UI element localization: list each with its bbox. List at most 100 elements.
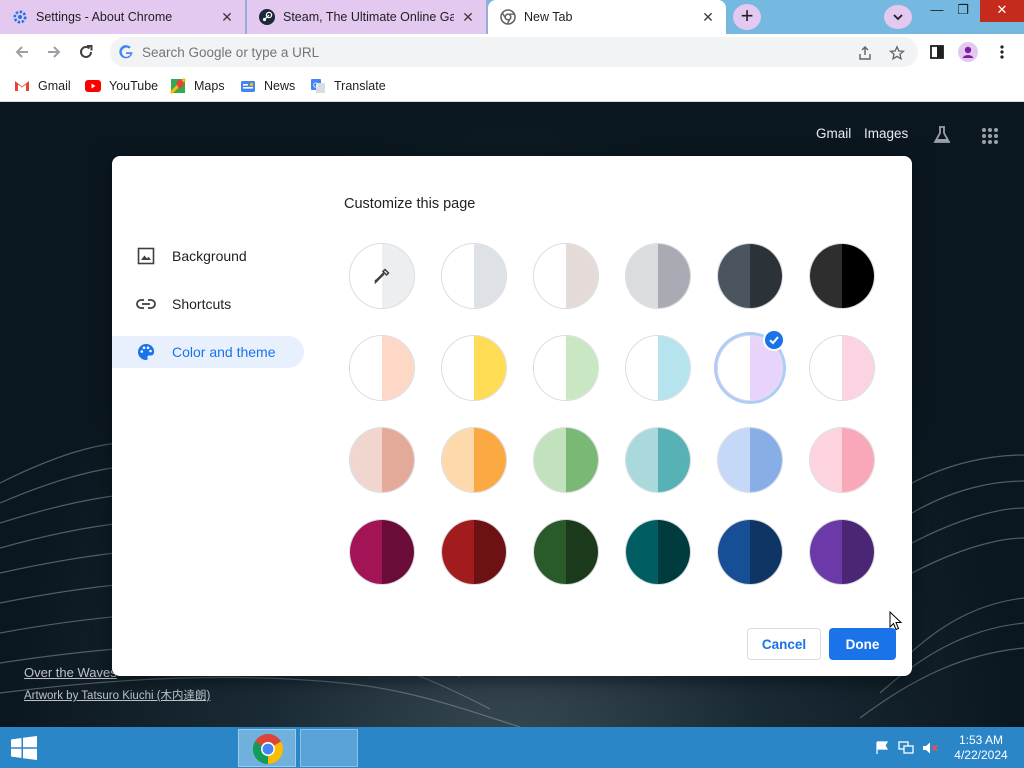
- menu-item-color-and-theme[interactable]: Color and theme: [112, 336, 304, 368]
- swatch-half-dark: [842, 428, 874, 492]
- color-swatch[interactable]: [809, 427, 875, 493]
- address-bar[interactable]: [110, 37, 918, 67]
- tab-title: Steam, The Ultimate Online Game Platform: [283, 10, 454, 24]
- color-swatch[interactable]: [717, 427, 783, 493]
- ntp-gmail-link[interactable]: Gmail: [816, 126, 851, 141]
- swatch-half-light: [810, 428, 842, 492]
- taskbar-app-button[interactable]: [300, 729, 358, 767]
- menu-item-shortcuts[interactable]: Shortcuts: [112, 288, 304, 320]
- cancel-button[interactable]: Cancel: [747, 628, 821, 660]
- tab-close-icon[interactable]: ✕: [700, 9, 716, 25]
- swatch-half-dark: [566, 336, 598, 400]
- dialog-title: Customize this page: [344, 196, 476, 212]
- bookmark-maps[interactable]: Maps: [170, 76, 225, 96]
- swatch-half-light: [442, 520, 474, 584]
- forward-arrow-icon[interactable]: [42, 40, 66, 64]
- color-swatch[interactable]: [717, 243, 783, 309]
- swatch-half-light: [534, 244, 566, 308]
- swatch-half-light: [442, 336, 474, 400]
- bookmark-label: News: [264, 79, 296, 93]
- swatch-half-light: [718, 428, 750, 492]
- bookmark-gmail[interactable]: Gmail: [14, 76, 71, 96]
- swatch-half-light: [718, 520, 750, 584]
- menu-item-label: Shortcuts: [172, 296, 232, 312]
- color-swatch[interactable]: [533, 519, 599, 585]
- color-swatch[interactable]: [533, 243, 599, 309]
- action-center-flag-icon[interactable]: [874, 740, 890, 756]
- color-swatch[interactable]: [809, 519, 875, 585]
- background-attribution-artist[interactable]: Artwork by Tatsuro Kiuchi (木内達朗): [24, 687, 210, 703]
- network-icon[interactable]: [898, 740, 914, 756]
- color-swatch[interactable]: [441, 519, 507, 585]
- swatch-half-light: [534, 336, 566, 400]
- color-swatch[interactable]: [349, 335, 415, 401]
- tab-close-icon[interactable]: ✕: [460, 9, 476, 25]
- share-icon[interactable]: [856, 44, 874, 62]
- color-swatch[interactable]: [625, 243, 691, 309]
- swatch-half-light: [350, 428, 382, 492]
- color-swatch[interactable]: [625, 335, 691, 401]
- background-attribution-title[interactable]: Over the Waves: [24, 665, 117, 680]
- menu-item-background[interactable]: Background: [112, 240, 304, 272]
- swatch-half-dark: [474, 428, 506, 492]
- color-swatch[interactable]: [441, 243, 507, 309]
- color-swatch[interactable]: [809, 243, 875, 309]
- swatch-half-dark: [750, 520, 782, 584]
- ntp-images-link[interactable]: Images: [864, 126, 908, 141]
- color-swatch[interactable]: [717, 519, 783, 585]
- bookmark-news[interactable]: News: [240, 76, 295, 96]
- swatch-half-light: [350, 520, 382, 584]
- color-swatch[interactable]: [625, 427, 691, 493]
- bookmark-translate[interactable]: G Translate: [310, 76, 386, 96]
- color-swatch[interactable]: [625, 519, 691, 585]
- window-close-icon[interactable]: ✕: [980, 0, 1024, 22]
- color-swatch[interactable]: [349, 519, 415, 585]
- done-button[interactable]: Done: [829, 628, 896, 660]
- color-swatch[interactable]: [533, 335, 599, 401]
- restore-icon[interactable]: ❐: [948, 0, 978, 22]
- tab-title: New Tab: [524, 10, 573, 24]
- profile-avatar-icon[interactable]: [958, 42, 978, 62]
- swatch-half-light: [626, 520, 658, 584]
- tab-settings-about-chrome[interactable]: Settings - About Chrome ✕: [0, 0, 246, 34]
- swatch-half-dark: [382, 520, 414, 584]
- reload-icon[interactable]: [74, 40, 98, 64]
- omnibox-input[interactable]: [142, 41, 822, 63]
- link-icon: [136, 294, 156, 314]
- kebab-menu-icon[interactable]: [992, 42, 1012, 62]
- volume-muted-icon[interactable]: [922, 740, 938, 756]
- swatch-half-light: [534, 520, 566, 584]
- swatch-half-light: [810, 520, 842, 584]
- color-swatch[interactable]: [809, 335, 875, 401]
- bookmark-label: Maps: [194, 79, 225, 93]
- tab-close-icon[interactable]: ✕: [219, 9, 235, 25]
- color-swatch[interactable]: [441, 335, 507, 401]
- swatch-half-dark: [474, 336, 506, 400]
- color-swatch[interactable]: [533, 427, 599, 493]
- swatch-half-dark: [750, 428, 782, 492]
- google-g-icon: [118, 44, 134, 60]
- windows-start-icon[interactable]: [8, 735, 40, 761]
- tab-steam[interactable]: Steam, The Ultimate Online Game Platform…: [247, 0, 487, 34]
- color-swatch[interactable]: [349, 427, 415, 493]
- tab-new-tab[interactable]: New Tab ✕: [488, 0, 726, 34]
- new-tab-plus-icon[interactable]: +: [733, 4, 761, 30]
- bookmark-star-icon[interactable]: [888, 44, 906, 62]
- back-arrow-icon[interactable]: [10, 40, 34, 64]
- labs-flask-icon[interactable]: [932, 125, 952, 145]
- bookmark-youtube[interactable]: YouTube: [85, 76, 158, 96]
- side-panel-icon[interactable]: [927, 42, 947, 62]
- swatch-half-light: [810, 244, 842, 308]
- taskbar-chrome-button[interactable]: [238, 729, 296, 767]
- gmail-icon: [14, 78, 30, 94]
- system-clock[interactable]: 1:53 AM 4/22/2024: [948, 733, 1014, 763]
- apps-grid-icon[interactable]: [981, 127, 999, 145]
- custom-color-swatch[interactable]: [349, 243, 415, 309]
- swatch-half-light: [626, 428, 658, 492]
- swatch-half-light: [626, 336, 658, 400]
- tab-search-chevron-down-icon[interactable]: [884, 5, 912, 29]
- color-swatch[interactable]: [441, 427, 507, 493]
- swatch-half-dark: [658, 336, 690, 400]
- selected-check-icon: [763, 329, 785, 351]
- swatch-half-light: [350, 336, 382, 400]
